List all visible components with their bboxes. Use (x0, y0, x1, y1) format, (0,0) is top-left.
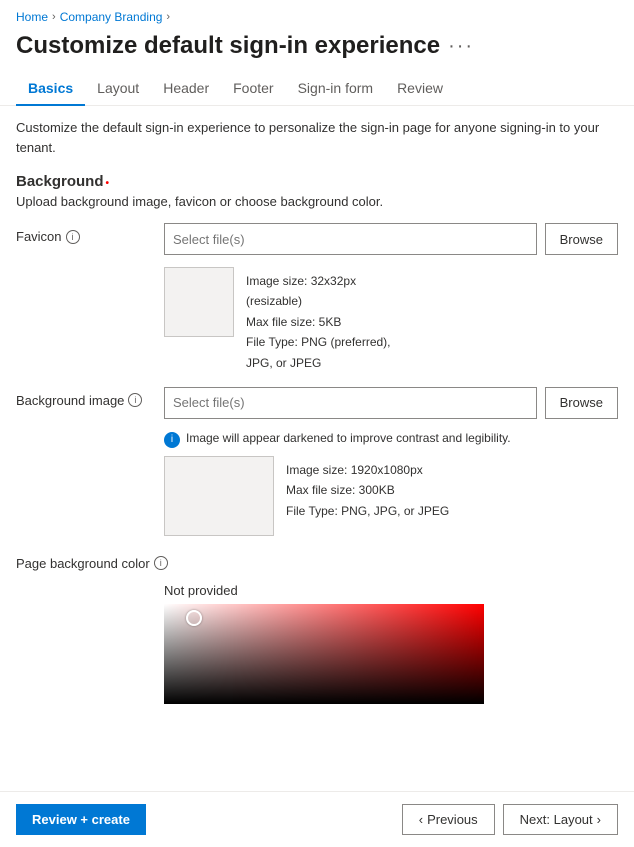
previous-label: Previous (427, 812, 478, 827)
upload-description: Upload background image, favicon or choo… (16, 194, 618, 209)
info-circle-icon: i (164, 432, 180, 448)
previous-button[interactable]: ‹ Previous (402, 804, 495, 835)
next-chevron-icon: › (597, 812, 601, 827)
favicon-input-group: Browse (164, 223, 618, 255)
next-label: Next: Layout (520, 812, 593, 827)
tab-header[interactable]: Header (151, 72, 221, 106)
background-image-preview (164, 456, 274, 536)
tab-footer[interactable]: Footer (221, 72, 285, 106)
bg-image-details: Image size: 1920x1080px Max file size: 3… (286, 456, 449, 521)
gradient-dark (164, 604, 484, 704)
tab-bar: Basics Layout Header Footer Sign-in form… (0, 72, 634, 106)
background-image-field-row: Background image i Browse (16, 387, 618, 419)
color-picker[interactable] (164, 604, 484, 704)
background-image-browse-button[interactable]: Browse (545, 387, 618, 419)
background-section-title: Background• (16, 173, 618, 190)
more-options-icon[interactable]: ··· (448, 35, 474, 58)
tab-review[interactable]: Review (385, 72, 455, 106)
color-gradient-area[interactable] (164, 604, 484, 704)
footer-bar: Review + create ‹ Previous Next: Layout … (0, 791, 634, 847)
background-image-info-icon[interactable]: i (128, 393, 142, 407)
breadcrumb: Home › Company Branding › (0, 0, 634, 28)
tab-layout[interactable]: Layout (85, 72, 151, 106)
breadcrumb-chevron-2: › (166, 11, 170, 23)
bg-color-field-row: Page background color i (16, 550, 618, 571)
favicon-info-icon[interactable]: i (66, 230, 80, 244)
required-indicator: • (106, 178, 110, 189)
bg-color-label: Page background color i (16, 550, 168, 571)
page-title: Customize default sign-in experience (16, 32, 440, 60)
favicon-label: Favicon i (16, 223, 156, 244)
favicon-file-input[interactable] (164, 223, 537, 255)
favicon-field-row: Favicon i Browse (16, 223, 618, 255)
page-background-color-section: Page background color i Not provided (16, 550, 618, 704)
breadcrumb-company-branding[interactable]: Company Branding (60, 10, 163, 24)
background-image-label: Background image i (16, 387, 156, 408)
favicon-browse-button[interactable]: Browse (545, 223, 618, 255)
review-create-button[interactable]: Review + create (16, 804, 146, 835)
favicon-image-info: Image size: 32x32px (resizable) Max file… (164, 267, 618, 373)
favicon-preview (164, 267, 234, 337)
breadcrumb-home[interactable]: Home (16, 10, 48, 24)
bg-image-preview-box: Image size: 1920x1080px Max file size: 3… (164, 456, 618, 536)
favicon-details: Image size: 32x32px (resizable) Max file… (246, 267, 391, 373)
bg-image-info-banner: i Image will appear darkened to improve … (164, 431, 618, 448)
page-header: Customize default sign-in experience ··· (0, 28, 634, 72)
tab-signin-form[interactable]: Sign-in form (286, 72, 385, 106)
bg-color-info-icon[interactable]: i (154, 556, 168, 570)
main-content: Customize the default sign-in experience… (0, 106, 634, 784)
color-not-provided: Not provided (164, 583, 618, 598)
page-description: Customize the default sign-in experience… (16, 118, 618, 157)
color-picker-handle[interactable] (186, 610, 202, 626)
background-image-input-group: Browse (164, 387, 618, 419)
background-image-file-input[interactable] (164, 387, 537, 419)
next-button[interactable]: Next: Layout › (503, 804, 618, 835)
breadcrumb-chevron-1: › (52, 11, 56, 23)
prev-chevron-icon: ‹ (419, 812, 423, 827)
tab-basics[interactable]: Basics (16, 72, 85, 106)
